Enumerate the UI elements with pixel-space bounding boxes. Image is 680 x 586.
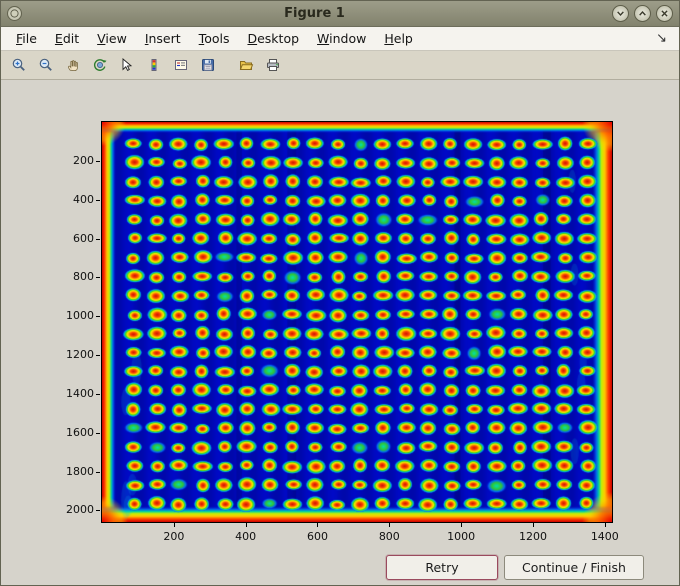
y-tick-label: 1400 [66,386,94,400]
menu-window[interactable]: Window [308,28,375,49]
menu-tools-rest: ools [204,31,230,46]
close-button[interactable] [656,5,673,22]
x-tick-label: 800 [378,530,400,543]
y-tick-mark [96,238,100,240]
pan-button[interactable] [60,53,85,77]
x-tick-label: 600 [306,530,328,543]
plot-image[interactable] [101,121,613,523]
maximize-button[interactable] [634,5,651,22]
menu-help-accesskey: H [384,31,394,46]
insert-colorbar-button[interactable] [141,53,166,77]
menu-window-accesskey: W [317,31,330,46]
y-tick-mark [96,199,100,201]
x-tick-label: 1000 [447,530,476,543]
legend-icon [174,60,187,70]
menu-view-rest: iew [105,31,127,46]
menu-file-rest: ile [22,31,37,46]
menu-tools[interactable]: Tools [190,28,239,49]
window-title: Figure 1 [284,6,345,21]
menu-edit-accesskey: E [54,31,63,46]
y-tick-label: 600 [73,231,94,245]
close-icon [661,10,668,17]
menu-help-rest: elp [393,31,413,46]
y-tick-label: 800 [73,270,94,284]
menu-insert[interactable]: Insert [136,28,190,49]
x-tick-mark [604,523,606,527]
x-tick-label: 400 [235,530,257,543]
continue-finish-button[interactable]: Continue / Finish [504,555,644,580]
y-tick-label: 1000 [66,309,94,323]
minimize-button[interactable] [612,5,629,22]
y-tick-mark [96,471,100,473]
x-tick-label: 1200 [518,530,547,543]
data-cursor-button[interactable] [114,53,139,77]
y-tick-label: 200 [73,153,94,167]
y-tick-label: 2000 [66,503,94,517]
menu-help[interactable]: Help [375,28,422,49]
zoom-out-icon [39,58,52,71]
chevron-up-icon [639,11,646,16]
menu-desktop-accesskey: D [247,31,258,46]
data-cursor-icon [122,58,132,72]
zoom-in-icon [12,58,25,71]
dock-figure-icon[interactable]: ↘ [650,31,673,46]
window-menu-button[interactable] [7,6,22,21]
colorbar-icon [151,59,156,71]
insert-legend-button[interactable] [168,53,193,77]
y-tick-mark [96,393,100,395]
y-tick-label: 400 [73,192,94,206]
print-figure-button[interactable] [260,53,285,77]
y-tick-label: 1600 [66,425,94,439]
figure-area: Retry Continue / Finish 200 400 600 800 1000… [1,80,679,585]
x-tick-mark [173,523,175,527]
printer-icon [266,59,279,71]
y-tick-mark [96,510,100,512]
window-menu-icon [10,9,19,18]
menubar: File Edit View Insert Tools Desktop Wind… [1,27,679,51]
save-figure-button[interactable] [195,53,220,77]
y-tick-mark [96,160,100,162]
menu-desktop-rest: esktop [257,31,300,46]
menu-edit[interactable]: Edit [46,28,88,49]
rotate-3d-icon [93,59,106,71]
open-file-button[interactable] [233,53,258,77]
hand-pan-icon [67,60,78,72]
menu-edit-rest: dit [62,31,80,46]
y-tick-mark [96,355,100,356]
menu-file[interactable]: File [7,28,46,49]
menu-view[interactable]: View [88,28,136,49]
x-tick-label: 1400 [590,530,619,543]
save-icon [201,59,214,71]
x-tick-label: 200 [163,530,185,543]
y-tick-mark [96,432,100,434]
y-tick-label: 1800 [66,464,94,478]
x-tick-mark [245,523,247,527]
open-folder-icon [239,61,253,70]
figure-window: Figure 1 File Edit View Insert Tools Des… [0,0,680,586]
menu-window-rest: indow [329,31,367,46]
x-tick-mark [532,523,534,527]
y-tick-mark [96,316,100,318]
rotate-3d-button[interactable] [87,53,112,77]
zoom-out-button[interactable] [33,53,58,77]
zoom-in-button[interactable] [6,53,31,77]
menu-insert-rest: nsert [148,31,181,46]
y-tick-mark [96,277,100,279]
x-tick-mark [389,523,391,527]
y-tick-label: 1200 [66,348,94,361]
figure-toolbar [1,51,679,80]
retry-button[interactable]: Retry [386,555,498,580]
titlebar: Figure 1 [1,1,679,27]
menu-desktop[interactable]: Desktop [238,28,308,49]
x-tick-mark [461,523,463,527]
toolbar-separator [222,54,231,76]
x-tick-mark [317,523,319,527]
chevron-down-icon [617,11,624,16]
